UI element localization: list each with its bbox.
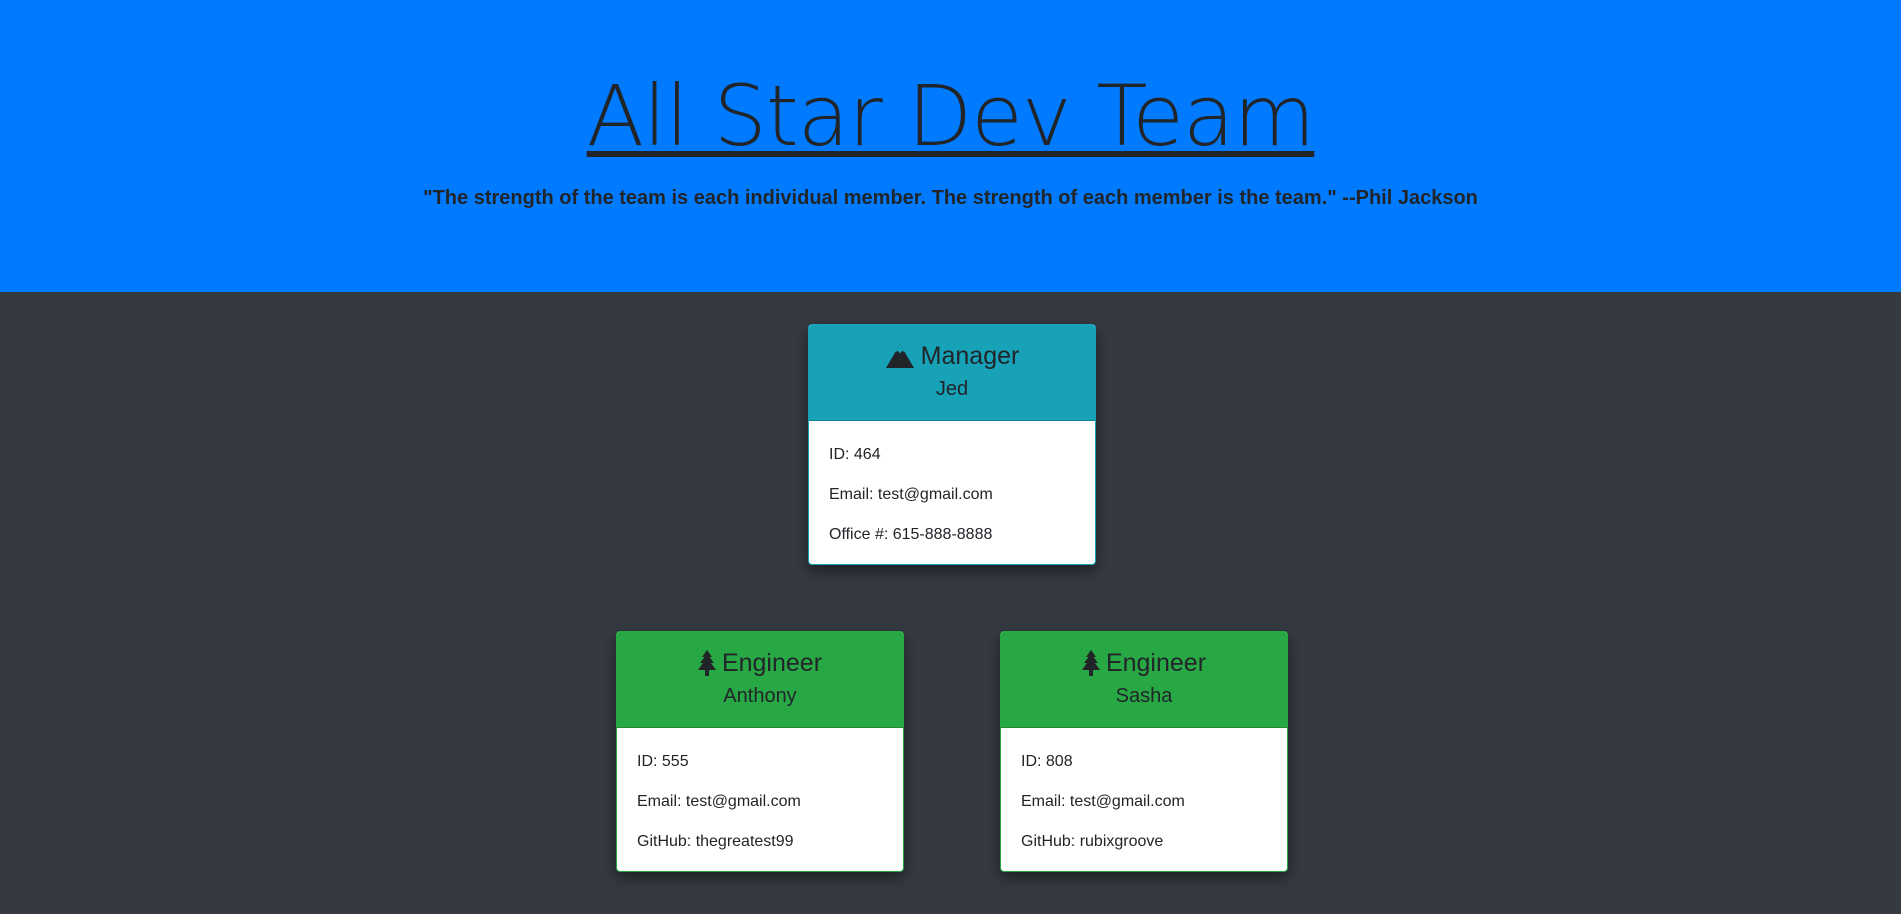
manager-office: Office #: 615-888-8888 <box>829 526 993 543</box>
tree-icon <box>697 650 716 676</box>
engineer-card-anthony: Engineer Anthony ID: 555 Email: test@gma… <box>616 631 904 872</box>
engineer-github: GitHub: thegreatest99 <box>637 833 794 850</box>
manager-card: Manager Jed ID: 464 Email: test@gmail.co… <box>808 324 1096 565</box>
engineer-card-header: Engineer Sasha <box>1001 632 1287 728</box>
manager-card-header: Manager Jed <box>809 325 1095 421</box>
engineer-name: Sasha <box>1115 685 1173 707</box>
engineer-github: GitHub: rubixgroove <box>1021 833 1164 850</box>
tree-icon <box>1081 650 1100 676</box>
manager-email: Email: test@gmail.com <box>829 486 993 503</box>
engineer-role-label: Engineer <box>721 649 823 677</box>
engineer-card-header: Engineer Anthony <box>617 632 903 728</box>
team-quote: "The strength of the team is each indivi… <box>423 187 1478 209</box>
manager-id: ID: 464 <box>829 446 881 463</box>
engineer-role-label: Engineer <box>1105 649 1207 677</box>
engineer-card-sasha: Engineer Sasha ID: 808 Email: test@gmail… <box>1000 631 1288 872</box>
manager-role-label: Manager <box>920 342 1020 370</box>
engineer-id: ID: 808 <box>1021 753 1073 770</box>
page-title: All Star Dev Team <box>586 67 1316 165</box>
engineer-card-body: ID: 808 Email: test@gmail.com GitHub: ru… <box>1001 728 1287 871</box>
manager-name: Jed <box>935 378 969 400</box>
engineer-id: ID: 555 <box>637 753 689 770</box>
engineer-email: Email: test@gmail.com <box>637 793 801 810</box>
engineer-name: Anthony <box>723 685 797 707</box>
header-banner: All Star Dev Team "The strength of the t… <box>0 0 1901 292</box>
manager-card-body: ID: 464 Email: test@gmail.com Office #: … <box>809 421 1095 564</box>
engineer-card-body: ID: 555 Email: test@gmail.com GitHub: th… <box>617 728 903 871</box>
engineer-email: Email: test@gmail.com <box>1021 793 1185 810</box>
mountain-icon <box>885 343 915 369</box>
